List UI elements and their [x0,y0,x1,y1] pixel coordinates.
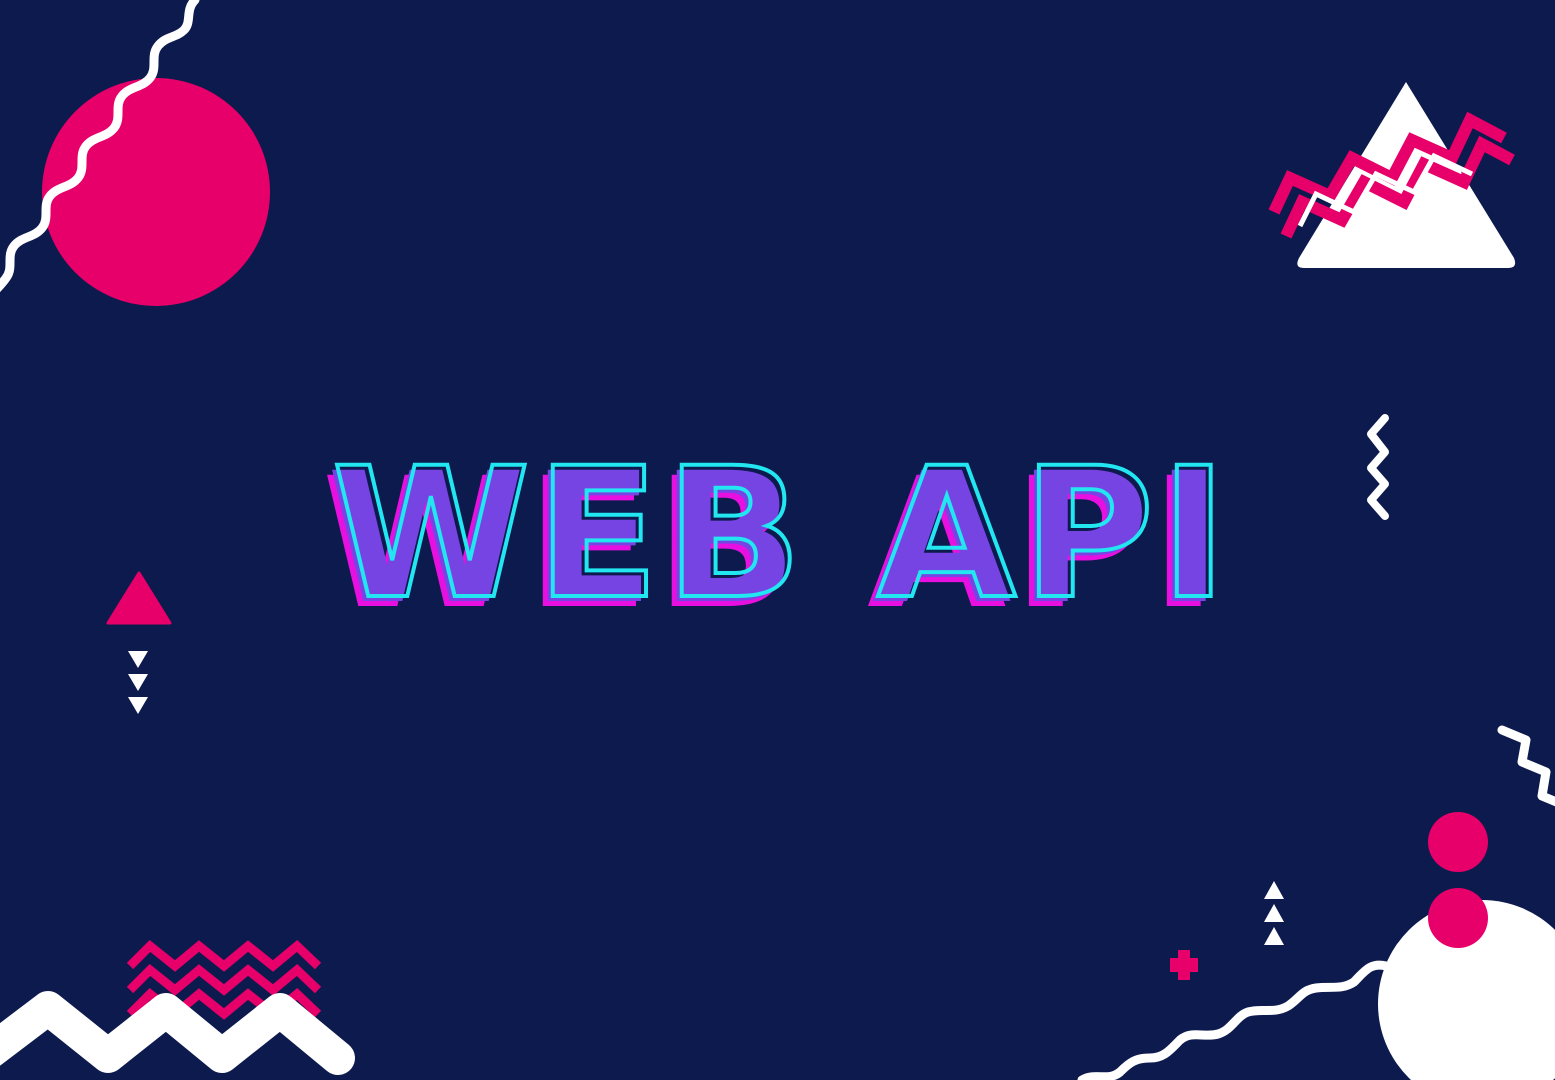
white-triangle [1297,82,1516,268]
white-wavy-line [1077,951,1415,1080]
pink-plus [1170,950,1198,980]
title-outline-cyan: WEB API [330,430,1234,639]
pink-dot [1428,888,1488,948]
pink-dot [1428,812,1488,872]
title-container: WEB API WEB API WEB API [0,443,1555,635]
white-up-triangles [1264,881,1284,945]
white-zigzag-right [1497,725,1555,807]
page-title: WEB API WEB API WEB API [322,443,1230,635]
pink-circle [42,78,270,306]
white-down-triangles [128,651,148,714]
white-zigzag-band [0,991,355,1075]
banner-canvas: WEB API WEB API WEB API [0,0,1555,1080]
